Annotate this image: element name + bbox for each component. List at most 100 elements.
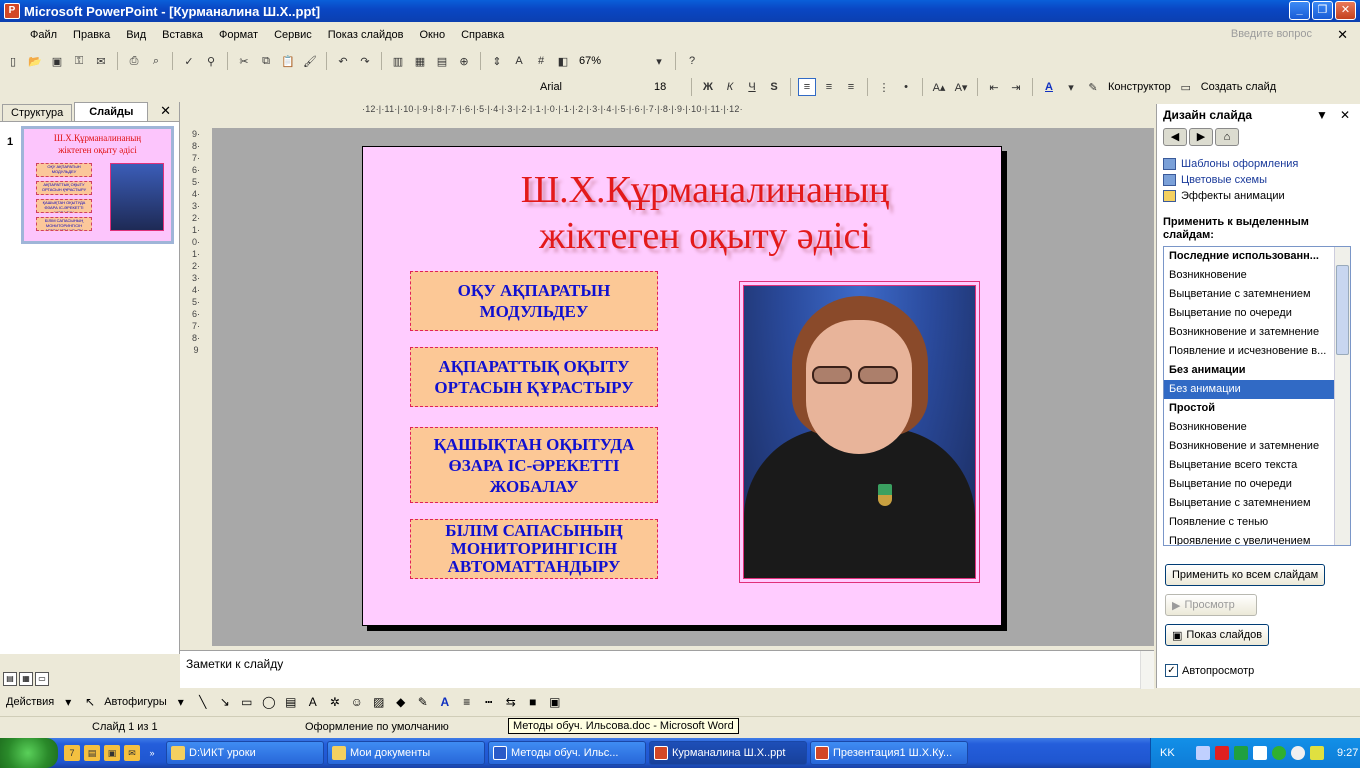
chevron-right-icon[interactable]: » — [144, 745, 160, 761]
format-painter-icon[interactable]: 🖌 — [301, 52, 319, 70]
menu-format[interactable]: Формат — [211, 29, 266, 41]
list-item[interactable]: Выцветание всего текста — [1164, 456, 1334, 475]
apply-all-button[interactable]: Применить ко всем слайдам — [1165, 564, 1326, 586]
language-indicator[interactable]: KK — [1160, 747, 1175, 759]
battery-icon[interactable] — [1310, 746, 1324, 760]
align-right-icon[interactable]: ≡ — [842, 78, 860, 96]
normal-view-icon[interactable]: ▤ — [3, 672, 17, 686]
close-icon[interactable]: ✕ — [160, 103, 171, 119]
back-icon[interactable]: ◀ — [1163, 128, 1187, 146]
rectangle-icon[interactable]: ▭ — [239, 694, 255, 710]
chevron-down-icon[interactable]: ▾ — [173, 694, 189, 710]
print-icon[interactable]: ⎙ — [125, 52, 143, 70]
oval-icon[interactable]: ◯ — [261, 694, 277, 710]
antivirus-icon[interactable] — [1215, 746, 1229, 760]
slide-title[interactable]: Ш.Х.Құрманалинаның жіктеген оқыту әдісі — [363, 167, 1003, 259]
menu-tools[interactable]: Сервис — [266, 29, 320, 41]
decrease-indent-icon[interactable]: ⇤ — [985, 78, 1003, 96]
restore-button[interactable]: ❐ — [1312, 1, 1333, 20]
animation-effects-link[interactable]: Эффекты анимации — [1163, 188, 1360, 204]
actions-menu[interactable]: Действия — [6, 696, 54, 708]
insert-chart-icon[interactable]: ▥ — [389, 52, 407, 70]
redo-icon[interactable]: ↷ — [356, 52, 374, 70]
font-color-icon[interactable]: A — [437, 694, 453, 710]
notes-pane[interactable]: Заметки к слайду — [180, 650, 1154, 689]
increase-indent-icon[interactable]: ⇥ — [1007, 78, 1025, 96]
design-templates-link[interactable]: Шаблоны оформления — [1163, 156, 1360, 172]
close-icon[interactable]: ✕ — [1340, 108, 1350, 122]
bold-button[interactable]: Ж — [699, 78, 717, 96]
list-item[interactable]: Выцветание с затемнением — [1164, 494, 1334, 513]
tables-borders-icon[interactable]: ▤ — [433, 52, 451, 70]
list-item[interactable]: Проявление с увеличением — [1164, 532, 1334, 545]
taskbar-button-word[interactable]: Методы обуч. Ильс... — [488, 741, 646, 765]
document-close-icon[interactable]: ✕ — [1337, 27, 1348, 43]
font-size-select[interactable]: 18 — [650, 78, 684, 96]
undo-icon[interactable]: ↶ — [334, 52, 352, 70]
picture-icon[interactable]: ▨ — [371, 694, 387, 710]
text-box-3[interactable]: ҚАШЫҚТАН ОҚЫТУДА ӨЗАРА ІС-ӘРЕКЕТТІ ЖОБАЛ… — [410, 427, 658, 503]
list-item[interactable]: Выцветание с затемнением — [1164, 285, 1334, 304]
print-preview-icon[interactable]: ⌕ — [147, 52, 165, 70]
fill-color-icon[interactable]: ◆ — [393, 694, 409, 710]
chevron-down-icon[interactable]: ▾ — [650, 52, 668, 70]
permission-icon[interactable]: ⚿ — [70, 52, 88, 70]
slide-sorter-icon[interactable]: ▦ — [19, 672, 33, 686]
menu-help[interactable]: Справка — [453, 29, 512, 41]
help-icon[interactable]: ? — [683, 52, 701, 70]
spelling-icon[interactable]: ✓ — [180, 52, 198, 70]
tray-app-icon[interactable] — [1253, 746, 1267, 760]
taskbar-button-ikt[interactable]: D:\ИКТ уроки — [166, 741, 324, 765]
notes-scrollbar[interactable] — [1140, 651, 1154, 689]
start-button[interactable] — [0, 738, 58, 768]
insert-table-icon[interactable]: ▦ — [411, 52, 429, 70]
quicklaunch-icon[interactable]: ▤ — [84, 745, 100, 761]
color-grayscale-icon[interactable]: ◧ — [554, 52, 572, 70]
quicklaunch-icon[interactable]: 7 — [64, 745, 80, 761]
slideshow-view-icon[interactable]: ▭ — [35, 672, 49, 686]
list-item[interactable]: Возникновение и затемнение — [1164, 323, 1334, 342]
line-style-icon[interactable]: ≡ — [459, 694, 475, 710]
home-icon[interactable]: ⌂ — [1215, 128, 1239, 146]
line-icon[interactable]: ╲ — [195, 694, 211, 710]
hyperlink-icon[interactable]: ⊕ — [455, 52, 473, 70]
portrait-photo[interactable] — [739, 281, 980, 583]
font-color-icon[interactable]: A — [1040, 78, 1058, 96]
line-color-icon[interactable]: ✎ — [415, 694, 431, 710]
open-icon[interactable]: 📂 — [26, 52, 44, 70]
slide-thumbnail[interactable]: Ш.Х.Құрманалинаның жіктеген оқыту әдісі … — [21, 126, 174, 244]
security-icon[interactable] — [1234, 746, 1248, 760]
design-icon[interactable]: ✎ — [1084, 78, 1102, 96]
wordart-icon[interactable]: A — [305, 694, 321, 710]
list-item[interactable]: Возникновение — [1164, 418, 1334, 437]
grid-icon[interactable]: # — [532, 52, 550, 70]
list-item[interactable]: Возникновение — [1164, 266, 1334, 285]
zoom-select[interactable]: 67% — [576, 52, 646, 70]
clipart-icon[interactable]: ☺ — [349, 694, 365, 710]
paste-icon[interactable]: 📋 — [279, 52, 297, 70]
chevron-down-icon[interactable]: ▾ — [1062, 78, 1080, 96]
chevron-down-icon[interactable]: ▼ — [1316, 108, 1328, 122]
quicklaunch-icon[interactable]: ✉ — [124, 745, 140, 761]
arrow-icon[interactable]: ↘ — [217, 694, 233, 710]
font-name-select[interactable]: Arial — [536, 78, 646, 96]
list-item[interactable]: Появление и исчезновение в... — [1164, 342, 1334, 361]
email-icon[interactable]: ✉ — [92, 52, 110, 70]
volume-icon[interactable] — [1291, 746, 1305, 760]
menu-edit[interactable]: Правка — [65, 29, 118, 41]
shadow-button[interactable]: S — [765, 78, 783, 96]
italic-button[interactable]: К — [721, 78, 739, 96]
menu-slideshow[interactable]: Показ слайдов — [320, 29, 412, 41]
chevron-down-icon[interactable]: ▾ — [60, 694, 76, 710]
tab-slides[interactable]: Слайды — [74, 102, 149, 121]
increase-font-icon[interactable]: A▴ — [930, 78, 948, 96]
taskbar-button-documents[interactable]: Мои документы — [327, 741, 485, 765]
show-formatting-icon[interactable]: A — [510, 52, 528, 70]
color-schemes-link[interactable]: Цветовые схемы — [1163, 172, 1360, 188]
menu-insert[interactable]: Вставка — [154, 29, 211, 41]
preview-button[interactable]: ▶ Просмотр — [1165, 594, 1257, 616]
text-box-4[interactable]: БІЛІМ САПАСЫНЫҢ МОНИТОРИНГІСІН АВТОМАТТА… — [410, 519, 658, 579]
cut-icon[interactable]: ✂ — [235, 52, 253, 70]
select-arrow-icon[interactable]: ↖ — [82, 694, 98, 710]
bullets-icon[interactable]: • — [897, 78, 915, 96]
